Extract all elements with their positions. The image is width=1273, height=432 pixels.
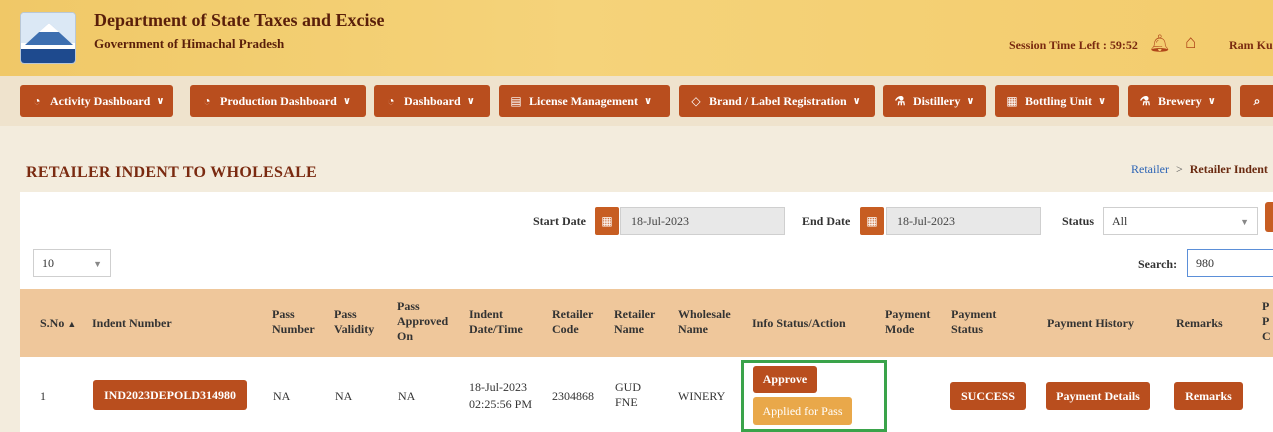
remarks-button[interactable]: Remarks [1174, 382, 1243, 410]
th-payment-mode[interactable]: Payment Mode [885, 307, 935, 337]
license-icon: ▤ [510, 93, 522, 108]
chevron-down-icon: ∨ [342, 95, 351, 107]
search-input[interactable]: 980 [1187, 249, 1273, 277]
chevron-down-icon: ∨ [643, 95, 653, 107]
app-header: Department of State Taxes and Excise Gov… [0, 0, 1273, 76]
nav-label: Dashboard [404, 93, 461, 108]
nav-license-management[interactable]: ▤ License Management ∨ [499, 85, 670, 117]
cell-indent-time: 02:25:56 PM [469, 397, 533, 411]
page-size-select[interactable]: 10 ▼ [33, 249, 111, 277]
cell-indent-date: 18-Jul-2023 [469, 380, 527, 394]
chevron-down-icon: ∨ [852, 95, 861, 107]
nav-label: Brand / Label Registration [709, 93, 847, 108]
cell-pass-number: NA [273, 389, 291, 403]
page-title: RETAILER INDENT TO WHOLESALE [26, 164, 318, 181]
cell-sno: 1 [40, 389, 46, 403]
bottling-icon: ▦ [1006, 93, 1018, 108]
filter-submit-button[interactable] [1265, 202, 1273, 232]
nav-bottling-unit[interactable]: ▦ Bottling Unit ∨ [995, 85, 1119, 117]
dashboard-icon: ◔ [33, 93, 41, 108]
state-emblem-logo [20, 12, 76, 64]
session-timer: Session Time Left : 59:52 [1009, 38, 1138, 52]
nav-brand-label-registration[interactable]: ◇ Brand / Label Registration ∨ [679, 85, 875, 117]
payment-details-button[interactable]: Payment Details [1046, 382, 1150, 410]
end-date-input[interactable]: 18-Jul-2023 [886, 207, 1041, 235]
cell-pass-validity: NA [335, 389, 353, 403]
distillery-icon: ⚗ [894, 93, 906, 108]
cell-retailer-code: 2304868 [552, 389, 594, 403]
sort-asc-icon: ▲ [67, 319, 77, 329]
th-extra[interactable]: P P C [1262, 299, 1272, 344]
tag-icon: ◇ [691, 93, 701, 108]
chevron-down-icon: ▼ [93, 259, 102, 269]
th-remarks[interactable]: Remarks [1176, 316, 1223, 331]
nav-label: Bottling Unit [1025, 93, 1093, 108]
user-name[interactable]: Ram Ku [1229, 38, 1273, 53]
nav-brewery[interactable]: ⚗ Brewery ∨ [1128, 85, 1231, 117]
dashboard-icon: ◔ [203, 93, 211, 108]
th-retailer-code[interactable]: Retailer Code [552, 307, 602, 337]
nav-activity-dashboard[interactable]: ◔ Activity Dashboard ∨ [20, 85, 173, 117]
th-sno-label: S.No [40, 316, 65, 330]
cell-pass-approved-on: NA [398, 389, 416, 403]
th-retailer-name[interactable]: Retailer Name [614, 307, 664, 337]
cell-retailer-name: GUD FNE [615, 380, 641, 409]
th-pass-number[interactable]: Pass Number [272, 307, 316, 337]
dashboard-icon: ◔ [387, 93, 395, 108]
th-sno[interactable]: S.No ▲ [40, 316, 76, 332]
th-indent-number[interactable]: Indent Number [92, 316, 172, 331]
indent-number-button[interactable]: IND2023DEPOLD314980 [93, 380, 247, 410]
chevron-down-icon: ∨ [156, 95, 165, 107]
nav-label: Production Dashboard [220, 93, 337, 108]
cell-wholesale-name: WINERY [678, 389, 726, 403]
breadcrumb-current: Retailer Indent [1189, 162, 1268, 176]
calendar-icon[interactable]: ▦ [595, 207, 619, 235]
search-label: Search: [1138, 257, 1178, 271]
chevron-down-icon: ▼ [1240, 217, 1249, 227]
th-payment-status[interactable]: Payment Status [951, 307, 1003, 337]
bell-icon[interactable]: 🔔︎ [1149, 34, 1171, 54]
payment-status-badge[interactable]: SUCCESS [950, 382, 1026, 410]
home-icon[interactable]: ⌂ [1185, 32, 1196, 54]
th-pass-approved-on[interactable]: Pass Approved On [397, 299, 449, 344]
nav-label: Activity Dashboard [50, 93, 151, 108]
chevron-down-icon: ∨ [466, 95, 475, 107]
nav-production-dashboard[interactable]: ◔ Production Dashboard ∨ [190, 85, 366, 117]
chevron-down-icon: ∨ [1207, 95, 1216, 107]
start-date-label: Start Date [533, 214, 586, 228]
calendar-icon[interactable]: ▦ [860, 207, 884, 235]
nav-label: Brewery [1158, 93, 1202, 108]
status-select-value: All [1112, 213, 1128, 228]
nav-label: License Management [529, 93, 638, 108]
breadcrumb-separator: > [1175, 162, 1183, 176]
main-nav: ◔ Activity Dashboard ∨ ◔ Production Dash… [0, 76, 1273, 126]
nav-search-button[interactable]: ⌕ [1240, 85, 1273, 117]
chevron-down-icon: ∨ [966, 95, 975, 107]
nav-distillery[interactable]: ⚗ Distillery ∨ [883, 85, 986, 117]
th-indent-datetime[interactable]: Indent Date/Time [469, 307, 523, 337]
breadcrumb: Retailer > Retailer Indent [1131, 162, 1268, 177]
breadcrumb-link-retailer[interactable]: Retailer [1131, 162, 1169, 176]
brewery-icon: ⚗ [1139, 93, 1151, 108]
th-info-status[interactable]: Info Status/Action [752, 316, 846, 331]
page-size-value: 10 [42, 255, 54, 270]
department-title: Department of State Taxes and Excise [94, 10, 385, 30]
th-wholesale-name[interactable]: Wholesale Name [678, 307, 738, 337]
chevron-down-icon: ∨ [1098, 95, 1107, 107]
nav-label: Distillery [913, 93, 961, 108]
action-highlight-box [741, 360, 887, 432]
th-pass-validity[interactable]: Pass Validity [334, 307, 382, 337]
status-select[interactable]: All ▼ [1103, 207, 1258, 235]
end-date-label: End Date [802, 214, 851, 228]
th-payment-history[interactable]: Payment History [1047, 316, 1134, 331]
start-date-input[interactable]: 18-Jul-2023 [620, 207, 785, 235]
search-icon: ⌕ [1253, 93, 1261, 108]
status-label: Status [1062, 214, 1095, 228]
nav-dashboard[interactable]: ◔ Dashboard ∨ [374, 85, 490, 117]
department-subtitle: Government of Himachal Pradesh [94, 36, 285, 51]
